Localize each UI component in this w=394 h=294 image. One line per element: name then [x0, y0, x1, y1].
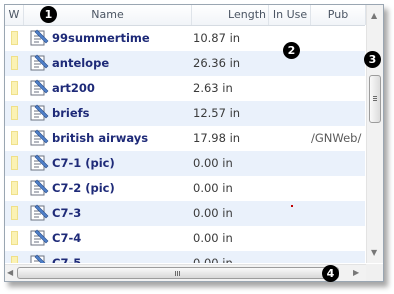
story-pub-path: /GNWeb/: [311, 131, 362, 145]
story-name: C7-5: [52, 256, 82, 263]
story-length: 2.63 in: [193, 81, 233, 95]
story-name: antelope: [52, 56, 110, 70]
scroll-left-arrow-icon[interactable]: ◀: [7, 269, 13, 277]
vertical-scroll-thumb[interactable]: [369, 75, 381, 123]
table-row[interactable]: briefs 12.57 in: [5, 101, 365, 126]
callout-marker-3: 3: [364, 51, 381, 68]
story-document-icon: [30, 29, 49, 46]
table-row[interactable]: art200 2.63 in: [5, 76, 365, 101]
story-length: 0.00 in: [193, 156, 233, 170]
workflow-status-swatch: [11, 131, 18, 145]
table-row[interactable]: C7-3 0.00 in: [5, 201, 365, 226]
workflow-status-swatch: [11, 106, 18, 120]
workflow-status-swatch: [11, 231, 18, 245]
table-row[interactable]: C7-1 (pic) 0.00 in: [5, 151, 365, 176]
story-list: 99summertime 10.87 in antelope 26.36 in: [5, 26, 365, 263]
story-name: briefs: [52, 106, 90, 120]
story-document-icon: [30, 79, 49, 96]
workflow-status-swatch: [11, 256, 18, 263]
grip-line: [373, 100, 377, 101]
story-document-icon: [30, 179, 49, 196]
horizontal-scroll-thumb[interactable]: [17, 267, 339, 279]
scroll-up-arrow-icon[interactable]: ▲: [371, 12, 377, 20]
story-name: C7-4: [52, 231, 82, 245]
callout-marker-1: 1: [40, 6, 57, 23]
story-document-icon: [30, 254, 46, 263]
table-row[interactable]: C7-5 0.00 in: [5, 251, 365, 263]
story-name: art200: [52, 81, 95, 95]
story-name: british airways: [52, 131, 149, 145]
story-list-panel: W Name Length In Use Pub 99summertime 10…: [4, 4, 384, 282]
grip-line: [177, 271, 178, 276]
workflow-status-swatch: [11, 206, 18, 220]
column-header-in-use[interactable]: In Use: [270, 5, 311, 25]
story-length: 0.00 in: [193, 231, 233, 245]
vertical-scrollbar[interactable]: ▲ ▼: [366, 5, 383, 263]
horizontal-scrollbar[interactable]: ◀ ▶: [5, 264, 366, 281]
workflow-status-swatch: [11, 31, 18, 45]
grip-line: [373, 96, 377, 97]
workflow-status-swatch: [11, 56, 18, 70]
grip-line: [175, 271, 176, 276]
story-length: 0.00 in: [193, 206, 233, 220]
scroll-right-arrow-icon[interactable]: ▶: [353, 269, 359, 277]
story-document-icon: [30, 204, 49, 221]
column-header-row: W Name Length In Use Pub: [5, 5, 366, 26]
table-row[interactable]: british airways 17.98 in /GNWeb/: [5, 126, 365, 151]
story-document-icon: [30, 129, 49, 146]
table-row[interactable]: C7-2 (pic) 0.00 in: [5, 176, 365, 201]
callout-marker-4: 4: [322, 265, 339, 282]
story-document-icon: [30, 229, 49, 246]
story-name: 99summertime: [52, 31, 150, 45]
story-length: 0.00 in: [193, 181, 233, 195]
scroll-down-arrow-icon[interactable]: ▼: [371, 249, 377, 257]
story-name: C7-1 (pic): [52, 156, 115, 170]
workflow-status-swatch: [11, 156, 18, 170]
story-document-icon: [30, 104, 49, 121]
story-name: C7-3: [52, 206, 82, 220]
workflow-status-swatch: [11, 81, 18, 95]
story-name: C7-2 (pic): [52, 181, 115, 195]
callout-marker-2: 2: [283, 42, 300, 59]
story-length: 12.57 in: [193, 106, 241, 120]
column-header-length[interactable]: Length: [192, 5, 269, 25]
scrollbar-corner: [366, 264, 383, 281]
story-length: 10.87 in: [193, 31, 241, 45]
column-header-w[interactable]: W: [5, 5, 24, 25]
red-dot-marker: [291, 205, 293, 207]
story-length: 26.36 in: [193, 56, 241, 70]
story-length: 17.98 in: [193, 131, 241, 145]
column-header-pub[interactable]: Pub: [311, 5, 366, 25]
story-length: 0.00 in: [193, 256, 233, 263]
story-document-icon: [30, 154, 49, 171]
grip-line: [373, 98, 377, 99]
workflow-status-swatch: [11, 181, 18, 195]
table-row[interactable]: C7-4 0.00 in: [5, 226, 365, 251]
table-row[interactable]: antelope 26.36 in: [5, 51, 365, 76]
story-document-icon: [30, 54, 49, 71]
grip-line: [179, 271, 180, 276]
table-row[interactable]: 99summertime 10.87 in: [5, 26, 365, 51]
